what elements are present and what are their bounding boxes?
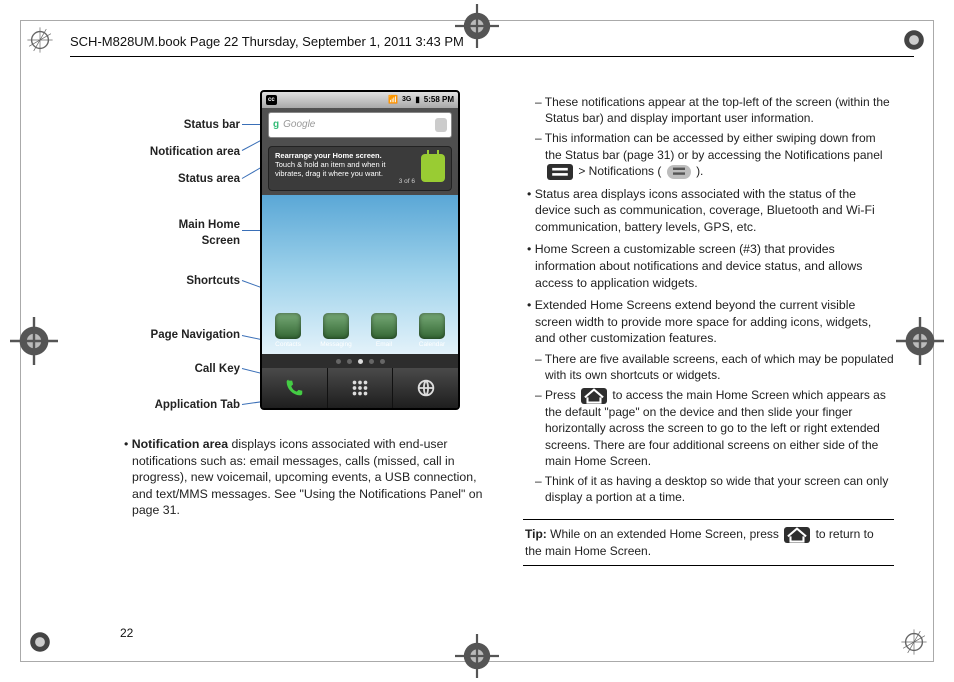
right-sub-1: These notifications appear at the top-le… [523,94,894,126]
tip-label: Tip: [525,527,547,541]
phone-app-drawer [327,368,393,408]
header-text: SCH-M828UM.book Page 22 Thursday, Septem… [70,26,476,57]
notifications-icon [667,165,691,179]
registration-mark-icon [10,317,58,365]
left-column: Status bar Notification area Status area… [120,90,491,622]
label-status-area: Status area [178,172,240,188]
header-rule [70,56,914,57]
cc-icon: cc [266,95,277,105]
home-icon [784,527,810,543]
right-bullet-3: Home Screen a customizable screen (#3) t… [523,241,894,291]
registration-mark-icon [26,26,54,54]
app-contacts: Contacts [268,313,308,350]
mic-icon [435,118,447,132]
left-bullet-title: Notification area [132,437,228,451]
signal-icon: 📶 [388,95,398,106]
registration-mark-icon [455,4,499,48]
figure: Status bar Notification area Status area… [120,90,491,430]
registration-mark-icon [900,26,928,54]
phone-tip: Rearrange your Home screen. Touch & hold… [268,146,452,191]
messaging-icon [323,313,349,339]
registration-mark-icon [900,628,928,656]
phone-navbar [262,368,458,408]
app-email: Email [364,313,404,350]
battery-icon: ▮ [415,95,419,106]
phone-wallpaper: Contacts Messaging Email Calendar [262,195,458,354]
3g-icon: 3G [402,95,411,104]
home-icon [581,388,607,404]
google-g-icon: g [273,118,279,132]
app-messaging: Messaging [316,313,356,350]
page-number: 22 [120,626,133,640]
phone-search: g Google [268,112,452,138]
android-icon [421,154,445,182]
tip-box: Tip: While on an extended Home Screen, p… [523,519,894,566]
label-status-bar: Status bar [184,118,240,134]
right-bullet-4: Extended Home Screens extend beyond the … [523,297,894,347]
right-sub-3: There are five available screens, each o… [523,351,894,383]
label-app-tab: Application Tab [155,398,240,414]
right-sub-5: Think of it as having a desktop so wide … [523,473,894,505]
right-bullet-2: Status area displays icons associated wi… [523,186,894,236]
phone-tip-title: Rearrange your Home screen. [275,151,415,160]
right-sub-4: Press to access the main Home Screen whi… [523,387,894,469]
calendar-icon [419,313,445,339]
phone-browser [392,368,458,408]
phone-statusbar: cc 📶 3G ▮ 5:58 PM [262,92,458,108]
label-call-key: Call Key [195,362,240,378]
label-page-nav: Page Navigation [151,328,240,344]
label-shortcuts: Shortcuts [186,274,240,290]
phone-time: 5:58 PM [424,95,454,106]
phone-mock: cc 📶 3G ▮ 5:58 PM g Google Rearrange you… [260,90,460,410]
label-main-home: Main Home Screen [179,218,240,249]
registration-mark-icon [26,628,54,656]
registration-mark-icon [455,634,499,678]
notifications-panel-icon [547,164,573,180]
left-bullet: Notification area displays icons associa… [120,436,491,519]
contacts-icon [275,313,301,339]
phone-tip-count: 3 of 6 [275,178,415,186]
label-notification-area: Notification area [150,145,240,161]
email-icon [371,313,397,339]
content-columns: Status bar Notification area Status area… [120,90,894,622]
phone-app-row: Contacts Messaging Email Calendar [268,313,452,350]
registration-mark-icon [896,317,944,365]
right-sub-2: This information can be accessed by eith… [523,130,894,179]
phone-tip-body: Touch & hold an item and when it vibrate… [275,160,415,178]
app-calendar: Calendar [412,313,452,350]
right-column: These notifications appear at the top-le… [523,90,894,622]
phone-search-placeholder: Google [283,118,431,132]
phone-page-dots [262,354,458,368]
phone-call-key [262,368,327,408]
